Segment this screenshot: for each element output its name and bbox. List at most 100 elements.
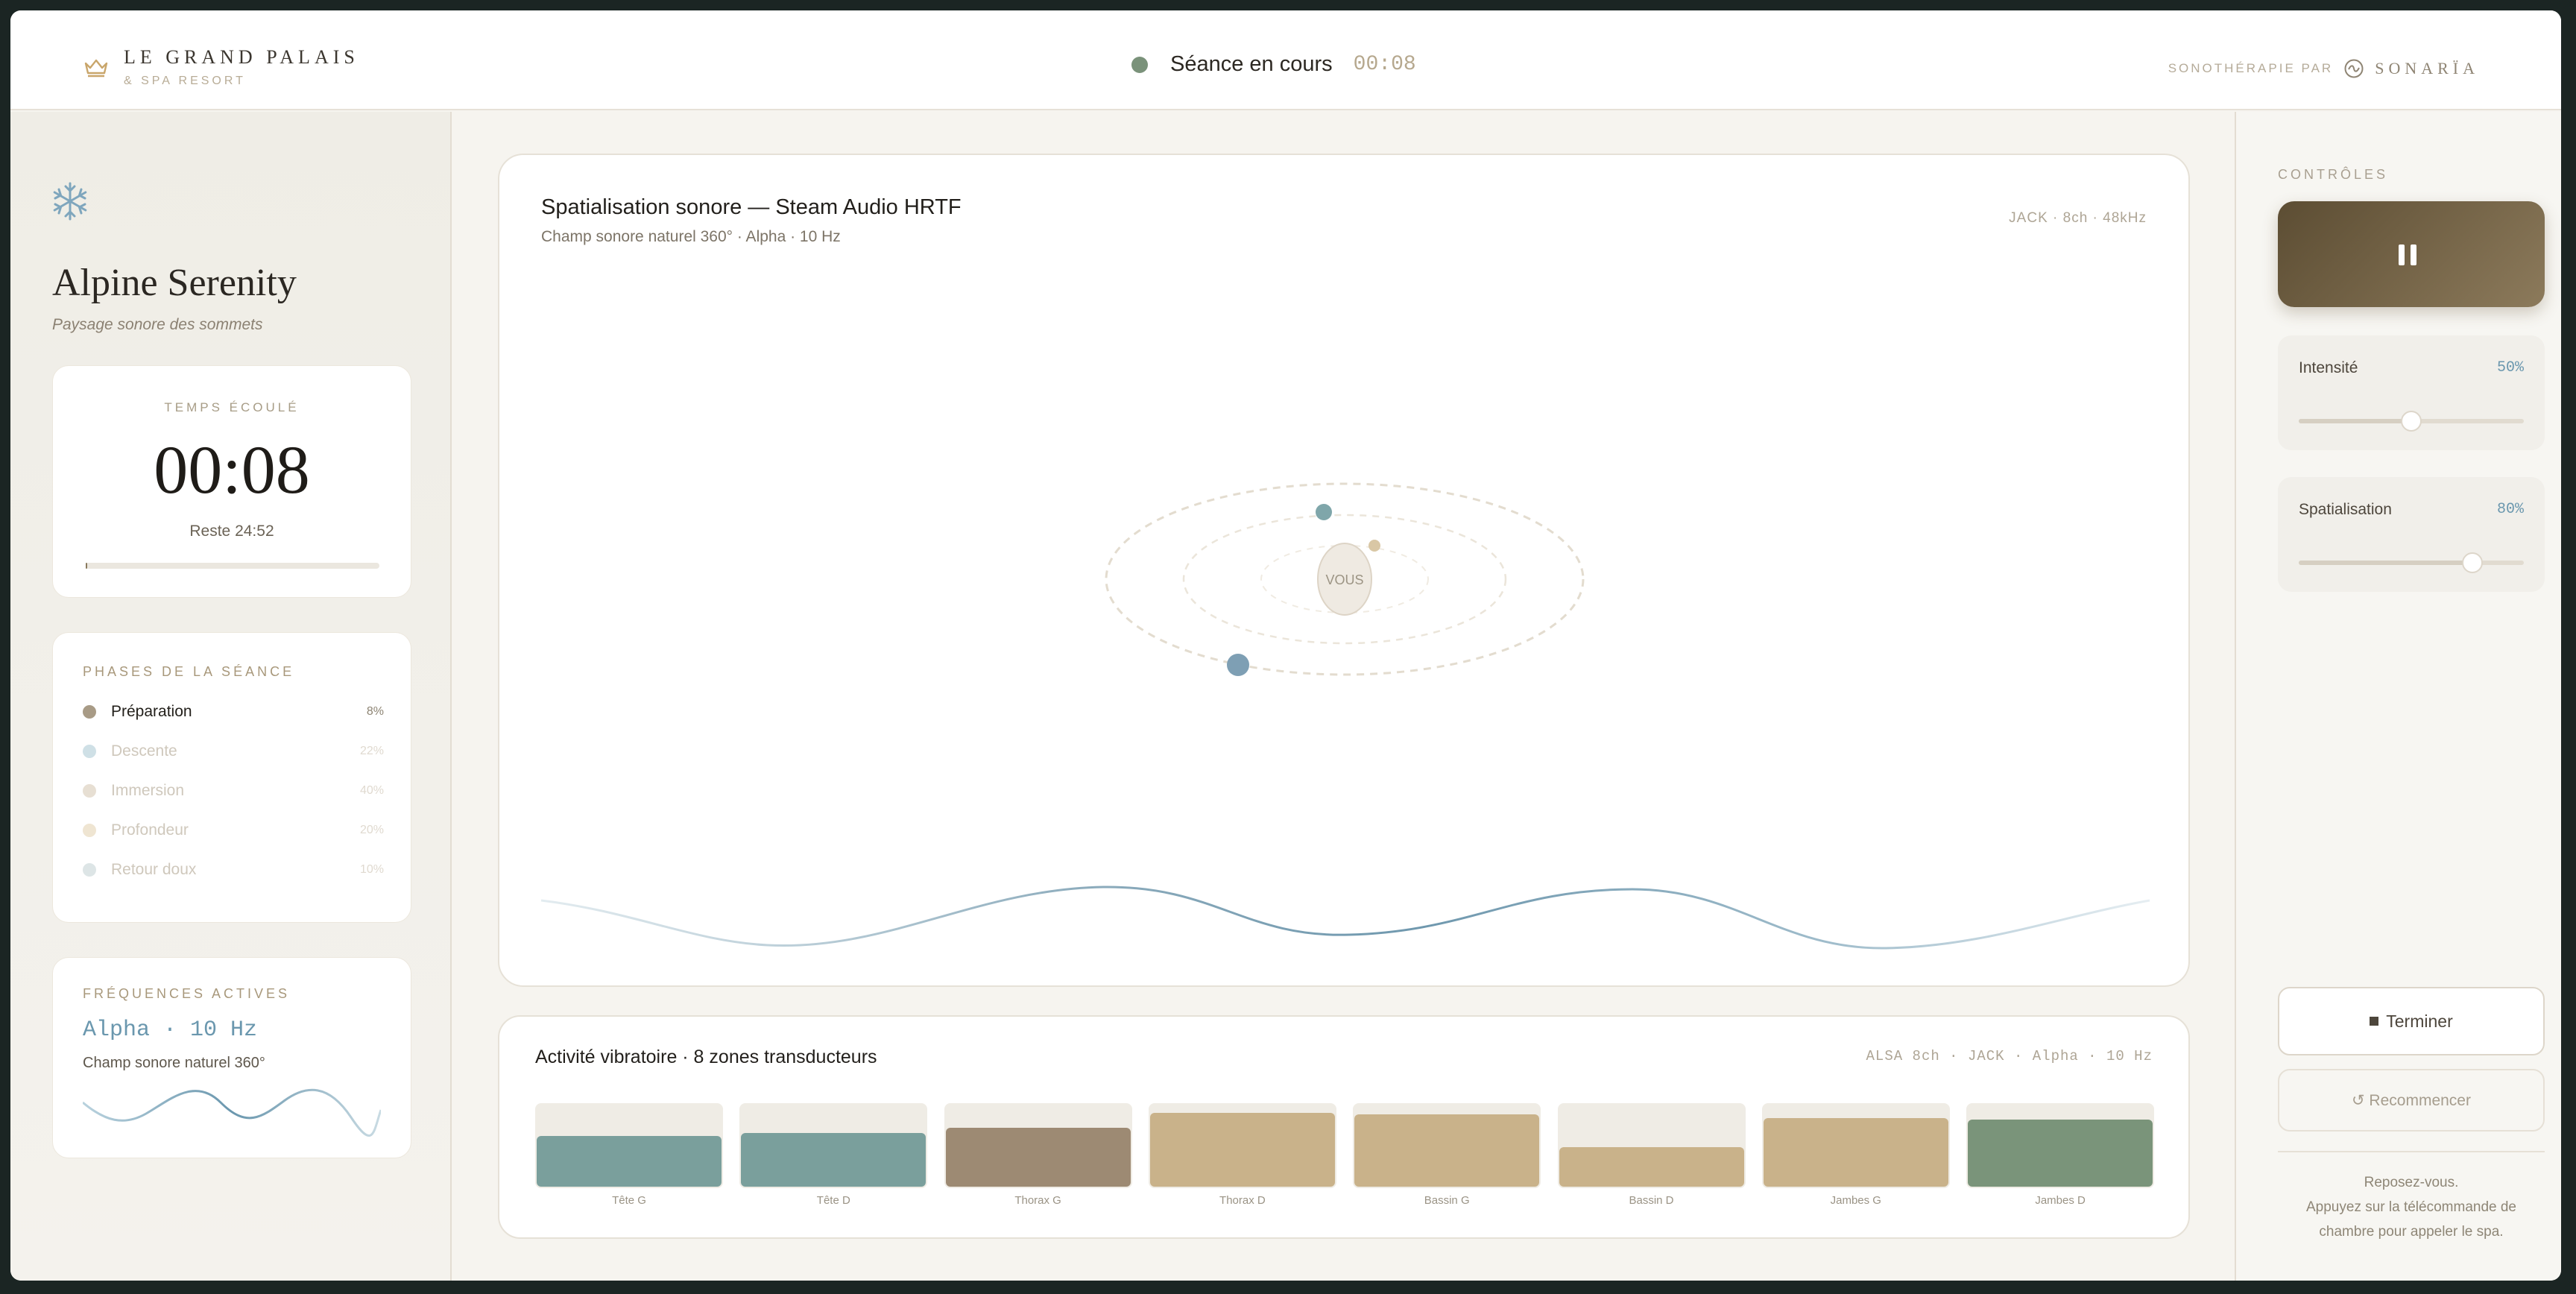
divider bbox=[2278, 1151, 2545, 1152]
help-hint: Reposez-vous. Appuyez sur la télécommande… bbox=[2278, 1170, 2545, 1244]
elapsed-time-card: TEMPS ÉCOULÉ 00:08 Reste 24:52 bbox=[52, 365, 411, 598]
soundscape-subtitle: Paysage sonore des sommets bbox=[52, 316, 263, 333]
transducer-zone-level bbox=[1354, 1114, 1540, 1187]
intensity-label: Intensité bbox=[2299, 359, 2358, 376]
pause-icon bbox=[2399, 244, 2418, 265]
intensity-slider-fill bbox=[2299, 419, 2411, 423]
phase-name: Retour doux bbox=[111, 861, 197, 878]
crown-icon bbox=[84, 59, 108, 78]
powered-by: SONOTHÉRAPIE PAR SONARÏA bbox=[2168, 58, 2479, 79]
spatialisation-label: Spatialisation bbox=[2299, 501, 2392, 518]
session-progress-fill bbox=[86, 563, 87, 569]
top-bar: LE GRAND PALAIS & SPA RESORT Séance en c… bbox=[10, 10, 2561, 110]
transducer-zone-bar bbox=[535, 1103, 723, 1188]
phase-dot-icon bbox=[83, 705, 96, 719]
transducer-zone-level bbox=[1968, 1120, 2153, 1187]
phase-percentage: 22% bbox=[359, 745, 384, 757]
frequency-waveform bbox=[83, 1088, 381, 1137]
listener-label: VOUS bbox=[1325, 572, 1363, 587]
transducer-zone-label: Jambes D bbox=[2035, 1194, 2086, 1207]
sound-field-visualization: VOUS bbox=[540, 482, 2150, 950]
spatialisation-slider-thumb[interactable] bbox=[2461, 552, 2483, 573]
spatialisation-slider[interactable] bbox=[2299, 552, 2524, 573]
spatialisation-slider-fill bbox=[2299, 561, 2472, 565]
status-dot-icon bbox=[1131, 56, 1148, 73]
transducer-zone-level bbox=[741, 1133, 926, 1187]
transducer-zone-label: Bassin G bbox=[1424, 1194, 1470, 1207]
session-elapsed-time: 00:08 bbox=[1353, 53, 1416, 76]
remaining-time: Reste 24:52 bbox=[189, 523, 274, 540]
spatialisation-panel: Spatialisation sonore — Steam Audio HRTF… bbox=[498, 154, 2190, 987]
ambient-waveform bbox=[540, 886, 2150, 950]
transducer-zone-label: Bassin D bbox=[1629, 1194, 1674, 1207]
session-status-label: Séance en cours bbox=[1170, 52, 1333, 76]
sound-source-teal bbox=[1316, 504, 1332, 520]
powered-prefix: SONOTHÉRAPIE PAR bbox=[2168, 61, 2334, 75]
transducer-zone-bar bbox=[1966, 1103, 2155, 1188]
frequency-description: Champ sonore naturel 360° bbox=[83, 1055, 265, 1071]
phase-percentage: 8% bbox=[366, 705, 384, 718]
session-sidebar: Alpine Serenity Paysage sonore des somme… bbox=[10, 112, 452, 1281]
spatialisation-value: 80% bbox=[2496, 501, 2524, 518]
active-frequencies-card: FRÉQUENCES ACTIVES Alpha · 10 Hz Champ s… bbox=[52, 957, 411, 1158]
transducer-zone-bar bbox=[1557, 1103, 1746, 1188]
wave-circle-icon bbox=[2344, 59, 2364, 78]
phase-name: Immersion bbox=[111, 782, 185, 799]
vibration-engine-info: ALSA 8ch · JACK · Alpha · 10 Hz bbox=[1866, 1048, 2153, 1064]
end-session-label: Terminer bbox=[2386, 1011, 2453, 1031]
session-status: Séance en cours 00:08 bbox=[1131, 52, 1416, 77]
sound-source-sand bbox=[1368, 540, 1380, 552]
phase-dot-icon bbox=[83, 863, 96, 877]
help-hint-line: Appuyez sur la télécommande de chambre p… bbox=[2306, 1199, 2516, 1240]
end-session-button[interactable]: Terminer bbox=[2278, 987, 2545, 1055]
phase-item: Profondeur 20% bbox=[83, 818, 384, 842]
frequencies-label: FRÉQUENCES ACTIVES bbox=[83, 986, 291, 1001]
transducer-zone-label: Tête D bbox=[816, 1194, 850, 1207]
restart-button[interactable]: ↺ Recommencer bbox=[2278, 1069, 2545, 1132]
phase-percentage: 40% bbox=[359, 784, 384, 797]
transducer-zone-label: Jambes G bbox=[1830, 1194, 1881, 1207]
phase-percentage: 10% bbox=[359, 863, 384, 876]
transducer-zone-level bbox=[945, 1128, 1131, 1187]
phase-name: Profondeur bbox=[111, 821, 189, 839]
phase-percentage: 20% bbox=[359, 824, 384, 836]
phase-name: Descente bbox=[111, 742, 177, 760]
brand-name: LE GRAND PALAIS bbox=[124, 46, 359, 68]
app-window: LE GRAND PALAIS & SPA RESORT Séance en c… bbox=[10, 10, 2561, 1281]
stop-icon bbox=[2370, 1017, 2379, 1026]
intensity-slider-thumb[interactable] bbox=[2401, 411, 2422, 432]
transducer-zone-bar bbox=[944, 1103, 1132, 1188]
session-progress-bar bbox=[86, 563, 379, 569]
transducer-zone-label: Thorax D bbox=[1219, 1194, 1266, 1207]
transducer-zone-level bbox=[1559, 1147, 1744, 1187]
phase-item: Immersion 40% bbox=[83, 779, 384, 803]
snowflake-icon bbox=[53, 182, 87, 221]
help-hint-line: Reposez-vous. bbox=[2364, 1175, 2459, 1190]
brand-subtitle: & SPA RESORT bbox=[124, 75, 246, 87]
elapsed-time-label: TEMPS ÉCOULÉ bbox=[164, 400, 300, 414]
elapsed-time-value: 00:08 bbox=[154, 432, 310, 508]
vibration-activity-panel: Activité vibratoire · 8 zones transducte… bbox=[498, 1015, 2190, 1239]
powered-brand-name: SONARÏA bbox=[2375, 59, 2479, 78]
intensity-value: 50% bbox=[2496, 359, 2524, 376]
transducer-zone-level bbox=[1149, 1113, 1335, 1187]
transducer-zone-level bbox=[1763, 1118, 1948, 1187]
frequency-value: Alpha · 10 Hz bbox=[83, 1017, 258, 1043]
intensity-slider[interactable] bbox=[2299, 411, 2524, 432]
brand: LE GRAND PALAIS & SPA RESORT bbox=[83, 46, 359, 88]
transducer-zone-bar bbox=[739, 1103, 928, 1188]
transducer-zone-bar bbox=[1353, 1103, 1541, 1188]
phase-item: Retour doux 10% bbox=[83, 858, 384, 882]
phase-dot-icon bbox=[83, 824, 96, 837]
controls-label: CONTRÔLES bbox=[2278, 167, 2389, 182]
transducer-zone-bar bbox=[1148, 1103, 1336, 1188]
soundscape-title: Alpine Serenity bbox=[52, 262, 297, 304]
phase-item: Descente 22% bbox=[83, 739, 384, 763]
phase-dot-icon bbox=[83, 745, 96, 758]
pause-button[interactable] bbox=[2278, 201, 2545, 307]
transducer-zone-label: Tête G bbox=[612, 1194, 646, 1207]
transducer-zone-bar bbox=[1761, 1103, 1950, 1188]
intensity-control: Intensité 50% bbox=[2278, 335, 2545, 450]
spatialisation-control: Spatialisation 80% bbox=[2278, 477, 2545, 592]
restart-label: ↺ Recommencer bbox=[2352, 1091, 2471, 1109]
